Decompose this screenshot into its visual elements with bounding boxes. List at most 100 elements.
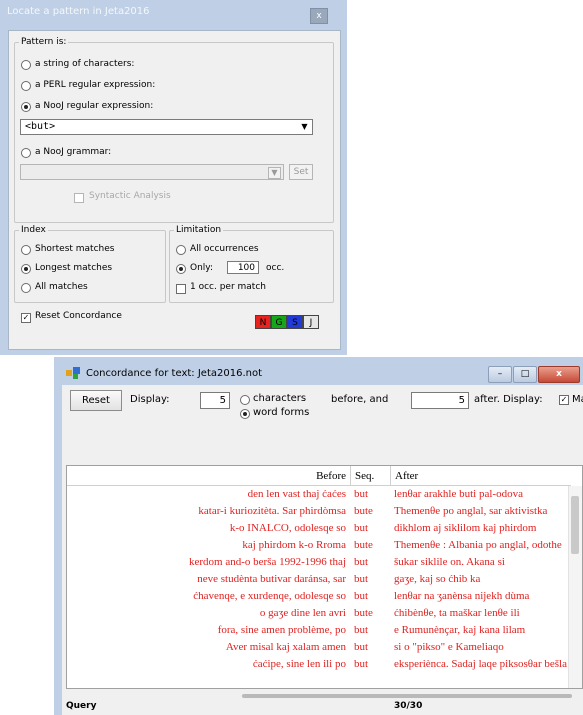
before-cell: ćhavenqe, e xurdenqe, odolesqe so (193, 590, 346, 602)
seq-cell: but (354, 641, 369, 653)
reset-button[interactable]: Reset (70, 390, 122, 411)
vertical-scrollbar[interactable] (568, 486, 582, 688)
column-header-before[interactable]: Before (67, 466, 351, 486)
after-cell: si o "pikso" e Kameliaqo (394, 641, 504, 653)
dialog-body: Pattern is: a string of characters: a PE… (8, 30, 341, 350)
radio-word-forms[interactable] (240, 409, 250, 419)
after-header-label: After (395, 470, 419, 482)
all-matches-label: All matches (35, 282, 88, 292)
limitation-group-label: Limitation (176, 225, 222, 235)
after-cell: lenθar na ʒanènsa nijekh dùma (394, 590, 530, 602)
radio-nooj-regex[interactable] (21, 102, 31, 112)
radio-shortest[interactable] (21, 245, 31, 255)
maximize-icon[interactable]: □ (513, 366, 537, 383)
table-row[interactable]: katar-i kuriozitèta. Sar phirdòmsa bute Th… (67, 504, 567, 521)
scrollbar-thumb[interactable] (242, 694, 572, 698)
word-forms-label: word forms (253, 407, 310, 418)
chevron-down-icon[interactable]: ▼ (268, 167, 281, 179)
seq-cell: but (354, 556, 369, 568)
occ-label: occ. (266, 263, 285, 273)
set-button[interactable]: Set (289, 164, 313, 180)
radio-perl[interactable] (21, 81, 31, 91)
table-row[interactable]: neve studènta butivar daránsa, sar but gaʒ… (67, 572, 567, 589)
color-j-button[interactable]: J (303, 315, 319, 329)
horizontal-scrollbar[interactable] (242, 691, 572, 701)
seq-cell: bute (354, 607, 373, 619)
status-query-label: Query (66, 701, 97, 711)
seq-cell: bute (354, 505, 373, 517)
locate-pattern-dialog: Locate a pattern in Jeta2016 x Pattern i… (0, 0, 347, 355)
shortest-label: Shortest matches (35, 244, 115, 254)
after-cell: šukar siklile on. Akana si (394, 556, 505, 568)
column-header-after[interactable]: After (391, 466, 571, 486)
color-g-button[interactable]: G (271, 315, 287, 329)
after-count-input[interactable]: 5 (411, 392, 469, 409)
syntactic-analysis-label: Syntactic Analysis (89, 191, 171, 201)
seq-cell: but (354, 658, 369, 670)
regex-combobox[interactable]: <but> ▼ (20, 119, 313, 135)
reset-concordance-label: Reset Concordance (35, 311, 122, 321)
before-cell: kaj phirdom k-o Rroma (242, 539, 346, 551)
after-cell: eksperiènca. Sadaj laqe piksosθar bešla (394, 658, 567, 670)
table-row[interactable]: kerdom and-o berša 1992-1996 thaj but šuka… (67, 555, 567, 572)
display-option-checkbox[interactable]: ✓ (559, 395, 569, 405)
radio-all-matches[interactable] (21, 283, 31, 293)
column-header-seq[interactable]: Seq. (351, 466, 391, 486)
radio-nooj-grammar[interactable] (21, 148, 31, 158)
radio-all-occurrences[interactable] (176, 245, 186, 255)
after-cell: ćhibènθe, ta maškar lenθe ili (394, 607, 520, 619)
window-title: Concordance for text: Jeta2016.not (86, 368, 263, 379)
table-row[interactable]: den len vast thaj ćaćes but lenθar arakhle… (67, 487, 567, 504)
table-row[interactable]: o gaʒe dine len avri bute ćhibènθe, ta maš… (67, 606, 567, 623)
table-row[interactable]: Aver misal kaj xalam amen but si o "pikso"… (67, 640, 567, 657)
before-cell: kerdom and-o berša 1992-1996 thaj (188, 556, 346, 568)
radio-characters[interactable] (240, 395, 250, 405)
reset-concordance-checkbox[interactable]: ✓ (21, 313, 31, 323)
only-count-input[interactable]: 100 (227, 261, 259, 274)
seq-cell: but (354, 522, 369, 534)
only-label: Only: (190, 263, 213, 273)
seq-cell: bute (354, 539, 373, 551)
minimize-icon[interactable]: – (488, 366, 512, 383)
table-row[interactable]: ćhavenqe, e xurdenqe, odolesqe so but lenθ… (67, 589, 567, 606)
radio-longest[interactable] (21, 264, 31, 274)
before-cell: o gaʒe dine len avri (259, 607, 346, 619)
option-string-label: a string of characters: (35, 59, 135, 69)
table-row[interactable]: kaj phirdom k-o Rroma bute Themenθe : Alba… (67, 538, 567, 555)
radio-string[interactable] (21, 60, 31, 70)
before-count-input[interactable]: 5 (200, 392, 230, 409)
display-label: Display: (130, 394, 170, 405)
before-cell: ćaćipe, sine len ili po (252, 658, 346, 670)
chevron-down-icon[interactable]: ▼ (299, 122, 310, 132)
seq-cell: but (354, 624, 369, 636)
close-icon[interactable]: x (310, 8, 328, 24)
display-option-label: Ma (572, 394, 583, 405)
table-row[interactable]: ćaćipe, sine len ili po but eksperiènca. S… (67, 657, 567, 674)
title-bar[interactable]: Locate a pattern in Jeta2016 x (0, 0, 347, 26)
status-count: 30/30 (394, 701, 423, 711)
concordance-table[interactable]: Before Seq. After den len vast thaj ćaće… (66, 465, 583, 689)
close-icon[interactable]: x (538, 366, 580, 383)
radio-only[interactable] (176, 264, 186, 274)
before-cell: den len vast thaj ćaćes (247, 488, 346, 500)
table-row[interactable]: k-o INALCO, odolesqe so but dikhlom aj sik… (67, 521, 567, 538)
seq-cell: but (354, 488, 369, 500)
regex-value: <but> (25, 121, 56, 132)
color-s-button[interactable]: S (287, 315, 303, 329)
option-nooj-regex-label: a NooJ regular expression: (35, 101, 154, 111)
after-cell: gaʒe, kaj so ćhib ka (394, 573, 481, 585)
characters-label: characters (253, 393, 307, 404)
pattern-group-label: Pattern is: (21, 37, 67, 47)
after-cell: dikhlom aj siklilom kaj phirdom (394, 522, 537, 534)
table-row[interactable]: fora, sine amen problème, po but e Rumunèn… (67, 623, 567, 640)
one-per-match-label: 1 occ. per match (190, 282, 266, 292)
after-display-label: after. Display: (474, 394, 543, 405)
before-cell: neve studènta butivar daránsa, sar (197, 573, 346, 585)
grammar-combobox[interactable]: ▼ (20, 164, 284, 180)
app-icon (66, 367, 80, 379)
syntactic-analysis-checkbox[interactable] (74, 193, 84, 203)
scrollbar-thumb[interactable] (571, 496, 579, 554)
before-cell: k-o INALCO, odolesqe so (229, 522, 346, 534)
one-per-match-checkbox[interactable] (176, 284, 186, 294)
color-n-button[interactable]: N (255, 315, 271, 329)
